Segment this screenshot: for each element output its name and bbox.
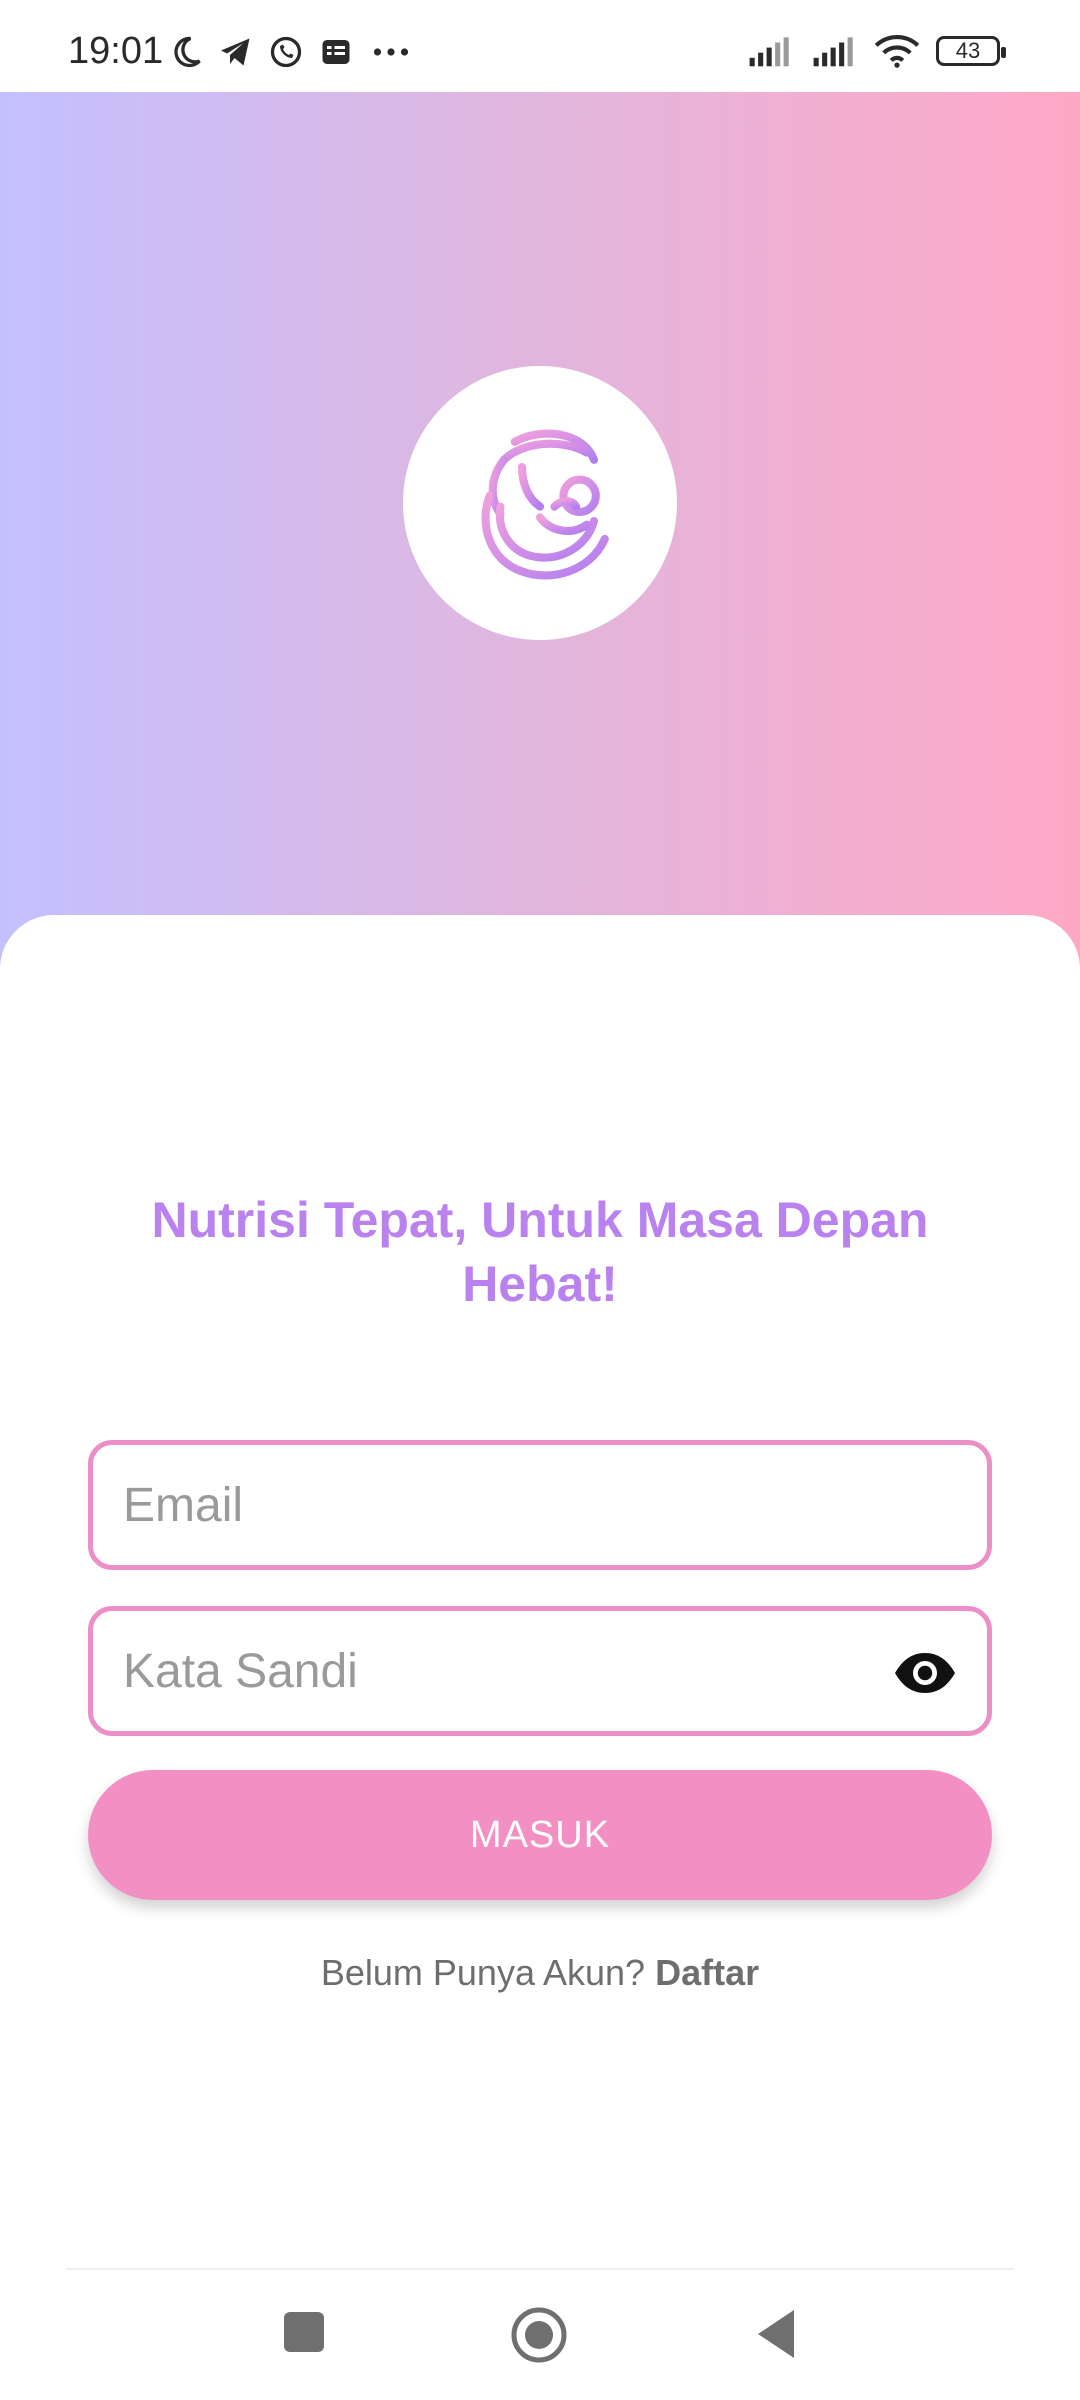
eye-icon[interactable] — [893, 1651, 957, 1695]
signal-icon — [813, 37, 853, 67]
wifi-icon — [874, 35, 920, 68]
moon-icon — [174, 36, 201, 68]
recents-button[interactable] — [282, 2310, 326, 2354]
telegram-icon — [221, 38, 250, 66]
password-field-container[interactable] — [88, 1606, 992, 1736]
login-button[interactable]: MASUK — [88, 1770, 992, 1900]
battery-indicator: 43 — [936, 36, 1006, 66]
navigation-bar — [0, 2270, 1080, 2400]
status-icons-right: 43 — [746, 34, 1006, 68]
register-prompt: Belum Punya Akun? Daftar — [0, 1952, 1080, 1994]
register-prompt-text: Belum Punya Akun? — [320, 1952, 646, 1993]
mother-baby-icon — [481, 429, 609, 580]
email-field[interactable] — [93, 1477, 987, 1533]
signal-icon — [749, 37, 789, 67]
tagline: Nutrisi Tepat, Untuk Masa Depan Hebat! — [151, 1192, 929, 1312]
battery-level: 43 — [955, 38, 981, 63]
status-bar: 19:01 43 — [0, 0, 1080, 92]
whatsapp-icon — [270, 36, 302, 68]
status-icons-left — [168, 34, 414, 70]
more-icon — [373, 48, 409, 56]
news-icon — [322, 40, 350, 64]
login-card — [0, 915, 1080, 2265]
register-link[interactable]: Daftar — [655, 1952, 759, 1993]
back-button[interactable] — [754, 2308, 798, 2360]
email-field-container[interactable] — [88, 1440, 992, 1570]
status-time: 19:01 — [68, 30, 164, 72]
home-button[interactable] — [510, 2306, 568, 2364]
app-logo — [403, 366, 677, 640]
password-field[interactable] — [93, 1643, 987, 1699]
